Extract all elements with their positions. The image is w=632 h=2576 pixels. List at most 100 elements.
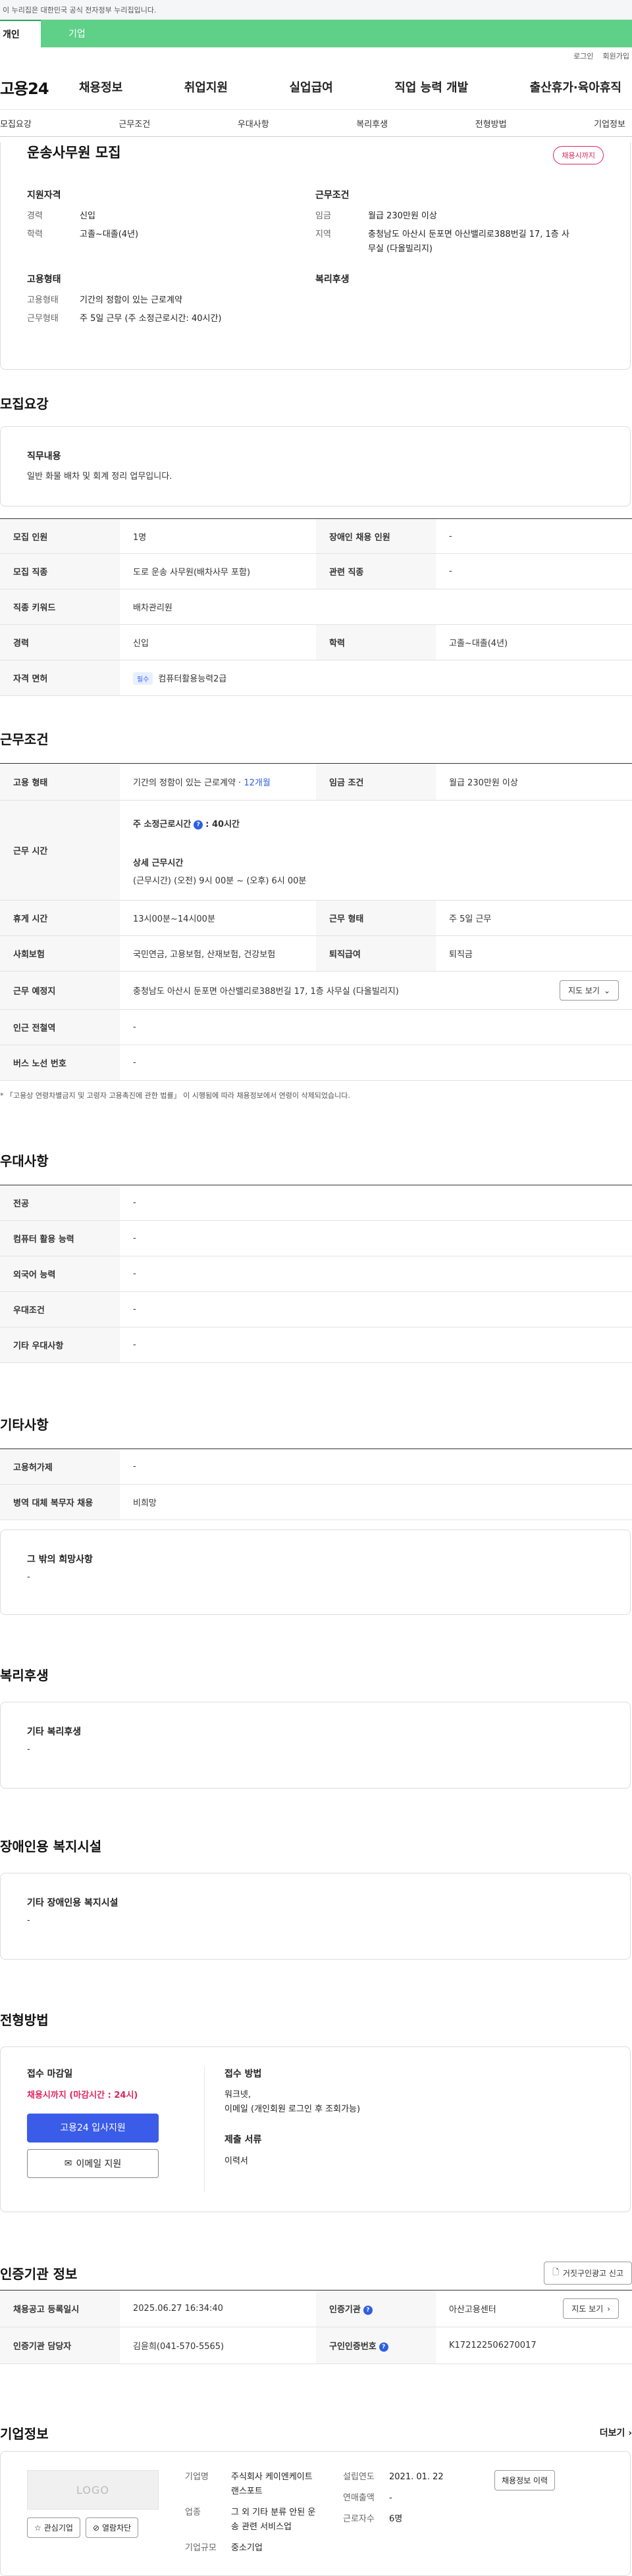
method-title: 접수 방법	[224, 2069, 262, 2079]
disabled-facility-box-value: -	[27, 1916, 30, 1925]
area-label: 지역	[315, 230, 331, 239]
disabled-facility-box: 기타 장애인용 복지시설 -	[0, 1873, 631, 1960]
anchor-tab-recruit[interactable]: 모집요강	[0, 117, 32, 130]
anchor-tabs: 모집요강 근무조건 우대사항 복리후생 전형방법 기업정보	[0, 109, 632, 137]
method-value-line-2: 이메일 (개인회원 로그인 후 조회가능)	[224, 2104, 361, 2114]
gnb-job-info[interactable]: 채용정보	[79, 78, 122, 95]
apply-section: 전형방법 접수 마감일 채용시까지 (마감시간 : 24시) 고용24 입사지원…	[0, 2010, 632, 2212]
gnb-parental-leave[interactable]: 출산휴가·육아휴직	[530, 78, 621, 95]
help-icon[interactable]: ?	[363, 2305, 373, 2315]
other-label: 병역 대체 복무자 채용	[0, 1484, 120, 1520]
manager-value: 김윤희(041-570-5565)	[120, 2327, 316, 2364]
form-value: 주 5일 근무	[436, 900, 632, 936]
retire-value: 퇴직금	[436, 935, 632, 972]
count-value: 1명	[120, 518, 316, 554]
more-label: 더보기	[599, 2428, 625, 2439]
map-button-label: 지도 보기	[567, 986, 600, 995]
map-button[interactable]: 지도 보기 ⌄	[559, 980, 619, 1001]
work-heading: 근무조건	[315, 190, 350, 201]
employees-label: 근로자수	[343, 2514, 375, 2524]
founded-label: 설립연도	[343, 2472, 375, 2482]
gnb-employment-support[interactable]: 취업지원	[184, 78, 228, 95]
required-tag: 필수	[133, 672, 153, 685]
anchor-tab-preference[interactable]: 우대사항	[238, 117, 269, 130]
pref-value: -	[120, 1256, 632, 1292]
login-link[interactable]: 로그인	[573, 51, 593, 61]
block-icon: ⊘	[92, 2523, 99, 2533]
document-icon: 🗋	[552, 2267, 559, 2277]
hiring-history-button[interactable]: 채용정보 이력	[494, 2470, 556, 2490]
company-title: 기업정보	[0, 2425, 49, 2442]
emp-heading: 고용형태	[27, 274, 61, 285]
anchor-tab-welfare[interactable]: 복리후생	[356, 117, 388, 130]
emp-type-label: 고용형태	[27, 295, 59, 305]
insurance-label: 사회보험	[0, 935, 120, 972]
help-icon[interactable]: ?	[194, 820, 203, 830]
help-icon[interactable]: ?	[379, 2342, 388, 2352]
other-section: 기타사항 고용허가제 - 병역 대체 복무자 채용 비희망 그 밖의 희망사항 -	[0, 1414, 632, 1615]
break-label: 휴게 시간	[0, 900, 120, 936]
reg-date-value: 2025.06.27 16:34:40	[120, 2290, 316, 2327]
anchor-tab-conditions[interactable]: 근무조건	[118, 117, 150, 130]
retire-label: 퇴직급여	[316, 935, 436, 972]
bus-value: -	[120, 1045, 632, 1081]
wage-cond-label: 임금 조건	[316, 763, 436, 801]
emp-period: 12개월	[244, 778, 271, 788]
agency-map-label: 지도 보기	[571, 2304, 604, 2314]
agency-map-button[interactable]: 지도 보기 ›	[563, 2298, 619, 2319]
agency-label: 인증기관	[329, 2305, 361, 2315]
tab-personal[interactable]: 개인	[0, 20, 41, 47]
age-notice: * 「고용상 연령차별금지 및 고령자 고용촉진에 관한 법률」 이 시행됨에 …	[0, 1091, 350, 1100]
qualify-heading: 지원자격	[27, 190, 61, 201]
wish-value: -	[27, 1572, 30, 1582]
welfare-section: 복리후생 기타 복리후생 -	[0, 1665, 632, 1789]
pref-label: 기타 우대사항	[0, 1327, 120, 1363]
apply-button[interactable]: 고용24 입사지원	[27, 2114, 159, 2143]
keyword-label: 직종 키워드	[0, 589, 120, 625]
detail-hours-value: (근무시간) (오전) 9시 00분 ~ (오후) 6시 00분	[133, 876, 307, 886]
size-value: 중소기업	[231, 2543, 263, 2553]
insurance-value: 국민연금, 고용보험, 산재보험, 건강보험	[120, 935, 316, 972]
email-apply-button[interactable]: ✉ 이메일 지원	[27, 2149, 159, 2178]
other-table: 고용허가제 - 병역 대체 복무자 채용 비희망	[0, 1449, 632, 1520]
method-value: 워크넷, 이메일 (개인회원 로그인 후 조회가능)	[224, 2088, 360, 2117]
preference-section: 우대사항 전공 - 컴퓨터 활용 능력 - 외국어 능력 - 우대조건 - 기타 우대사…	[0, 1151, 632, 1363]
gnb-unemployment-benefit[interactable]: 실업급여	[290, 78, 333, 95]
emp-value: 기간의 정함이 있는 근로계약 ·	[133, 778, 244, 788]
reg-date-label: 채용공고 등록일시	[0, 2290, 120, 2327]
tab-company[interactable]: 기업	[41, 20, 632, 47]
favorite-company-button[interactable]: ☆ 관심기업	[27, 2517, 80, 2538]
conditions-section: 근무조건 고용 형태 기간의 정함이 있는 근로계약 · 12개월 임금 조건 …	[0, 729, 632, 1101]
pref-value: -	[120, 1327, 632, 1363]
welfare-box: 기타 복리후생 -	[0, 1702, 631, 1789]
other-title: 기타사항	[0, 1417, 49, 1433]
bus-label: 버스 노선 번호	[0, 1045, 120, 1081]
global-nav: 고용24 채용정보 취업지원 실업급여 직업 능력 개발 출산휴가·육아휴직	[0, 64, 632, 109]
emp-type-value: 기간의 정함이 있는 근로계약	[80, 295, 182, 305]
anchor-tab-company[interactable]: 기업정보	[594, 117, 625, 130]
gov-notice: 이 누리집은 대한민국 공식 전자정부 누리집입니다.	[0, 0, 632, 20]
pref-label: 컴퓨터 활용 능력	[0, 1220, 120, 1256]
company-more-link[interactable]: 더보기 ›	[600, 2426, 632, 2439]
job-label: 모집 직종	[0, 553, 120, 589]
preference-title: 우대사항	[0, 1153, 49, 1169]
top-utility-bar: 로그인 회원가입	[0, 47, 632, 64]
site-logo[interactable]: 고용24	[0, 76, 79, 99]
gov-notice-text: 이 누리집은 대한민국 공식 전자정부 누리집입니다.	[3, 5, 157, 14]
join-link[interactable]: 회원가입	[603, 51, 629, 61]
favorite-label: 관심기업	[43, 2523, 73, 2533]
other-value: -	[120, 1449, 632, 1485]
email-apply-label: 이메일 지원	[76, 2159, 122, 2169]
wish-title: 그 밖의 희망사항	[27, 1554, 93, 1565]
block-view-button[interactable]: ⊘ 열람차단	[85, 2517, 139, 2538]
founded-value: 2021. 01. 22	[389, 2472, 444, 2482]
report-button-label: 거짓구인광고 신고	[562, 2268, 623, 2278]
anchor-tab-apply[interactable]: 전형방법	[475, 117, 507, 130]
deadline-value: 채용시까지 (마감시간 : 24시)	[27, 2091, 138, 2100]
report-button[interactable]: 🗋 거짓구인광고 신고	[544, 2261, 632, 2285]
star-icon: ☆	[34, 2523, 41, 2533]
gnb-skill-development[interactable]: 직업 능력 개발	[394, 78, 468, 95]
cert-section: 인증기관 정보 🗋 거짓구인광고 신고 채용공고 등록일시 2025.06.27 …	[0, 2256, 632, 2364]
company-logo: LOGO	[27, 2470, 159, 2510]
work-form-value: 주 5일 근무 (주 소정근로시간: 40시간)	[80, 314, 222, 324]
